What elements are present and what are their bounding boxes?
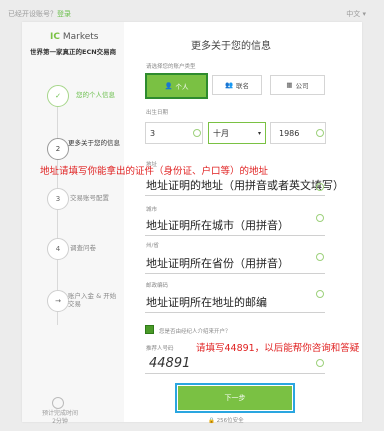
step-5-label: 账户入金 & 开始交易 (68, 292, 117, 309)
referral-checkbox[interactable] (145, 325, 154, 334)
referral-checkbox-label: 您是否由经纪人介绍来开户？ (159, 329, 231, 335)
next-button[interactable]: 下一步 (178, 386, 292, 410)
page-title: 更多关于您的信息 (191, 41, 271, 52)
step-3-label: 交易账号配置 (70, 194, 109, 202)
logo-mark: IC (50, 32, 60, 42)
account-type-company-button[interactable]: ▦ 公司 (270, 75, 325, 95)
account-type-joint-label: 联名 (236, 82, 250, 90)
address-underline (145, 195, 325, 196)
chevron-down-icon: ▾ (362, 10, 366, 18)
brand-logo: IC Markets (50, 32, 98, 42)
language-label: 中文 (346, 10, 361, 18)
account-type-joint-button[interactable]: 👥 联名 (212, 75, 262, 95)
referral-annotation: 请填写44891，以后能帮你咨询和答疑 (196, 343, 360, 354)
time-estimate-value: 2分钟 (52, 418, 68, 425)
postcode-underline (145, 312, 325, 313)
step-2-label: 更多关于您的信息 (68, 139, 120, 147)
step-3-number: 3 (47, 188, 69, 210)
dob-month-select[interactable]: 十月 ▾ (208, 122, 266, 144)
province-label: 州/省 (146, 243, 159, 249)
valid-check-icon (193, 129, 201, 137)
users-icon: 👥 (224, 81, 234, 89)
step-4-label: 调查问卷 (70, 244, 96, 252)
step-1-check-icon: ✓ (47, 85, 69, 107)
province-input[interactable]: 地址证明所在省份（用拼音） (146, 255, 289, 271)
postcode-label: 邮政编码 (146, 283, 169, 289)
steps-sidebar (22, 22, 124, 422)
account-type-individual-label: 个人 (175, 83, 189, 91)
referral-input[interactable]: 44891 (149, 356, 190, 371)
valid-check-icon (316, 290, 324, 298)
secure-note: 🔒 256位安全 (208, 418, 244, 424)
login-link[interactable]: 登录 (57, 10, 71, 18)
step-1-label: 您的个人信息 (76, 91, 115, 99)
valid-check-icon (316, 214, 324, 222)
referral-label: 推荐人号码 (146, 346, 174, 352)
city-underline (145, 235, 325, 236)
account-type-label: 请选择您的账户类型 (146, 64, 196, 70)
dob-month-value: 十月 (213, 128, 229, 138)
dob-label: 出生日期 (146, 110, 169, 116)
valid-check-icon (316, 359, 324, 367)
logo-text: Markets (62, 32, 99, 42)
brand-slogan: 世界第一家真正的ECN交易商 (30, 48, 117, 56)
account-type-individual-button[interactable]: 👤 个人 (145, 73, 208, 99)
referral-underline (145, 373, 325, 374)
login-prompt: 已经开设账号？登录 (8, 9, 71, 19)
step-4-number: 4 (47, 238, 69, 260)
chevron-down-icon: ▾ (257, 129, 261, 137)
valid-check-icon (316, 129, 324, 137)
step-5-arrow-icon: → (47, 290, 69, 312)
step-2-number: 2 (47, 138, 69, 160)
language-selector[interactable]: 中文 ▾ (346, 9, 366, 19)
valid-check-icon (316, 183, 324, 191)
valid-check-icon (316, 253, 324, 261)
city-label: 城市 (146, 207, 158, 213)
city-input[interactable]: 地址证明所在城市（用拼音） (146, 217, 289, 233)
address-input[interactable]: 地址证明的地址（用拼音或者英文填写） (146, 177, 344, 193)
address-annotation: 地址请填写你能拿出的证件（身份证、户口等）的地址 (40, 166, 269, 177)
province-underline (145, 273, 325, 274)
user-icon: 👤 (164, 82, 173, 90)
account-type-company-label: 公司 (295, 82, 309, 90)
building-icon: ▦ (286, 81, 293, 89)
postcode-input[interactable]: 地址证明所在地址的邮编 (146, 294, 267, 310)
login-prompt-text: 已经开设账号？ (8, 10, 57, 18)
